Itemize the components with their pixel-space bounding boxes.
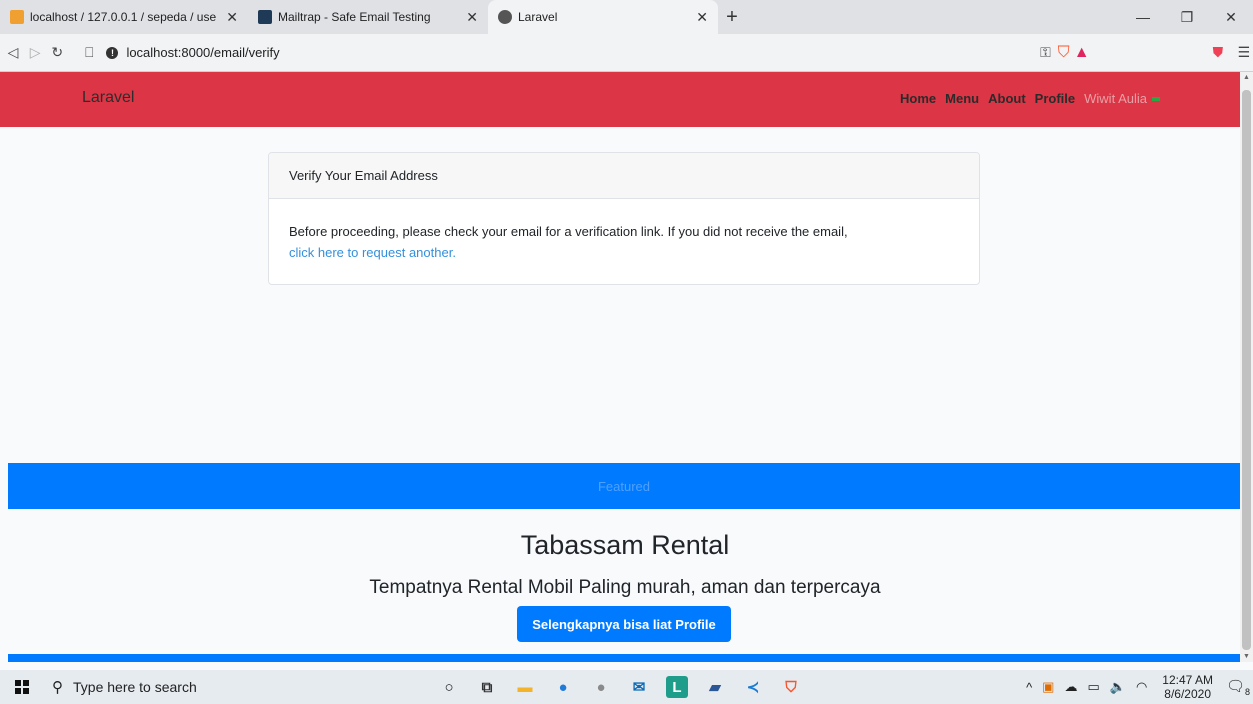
globe-icon: [498, 10, 512, 24]
verify-email-card: Verify Your Email Address Before proceed…: [268, 152, 980, 285]
new-tab-button[interactable]: +: [718, 0, 746, 34]
navbar-links: Home Menu About Profile Wiwit Aulia: [900, 91, 1160, 106]
jumbotron-title: Tabassam Rental: [520, 530, 730, 560]
nav-link-profile[interactable]: Profile: [1035, 91, 1075, 106]
window-close-button[interactable]: ✕: [1209, 0, 1253, 34]
cortana-icon[interactable]: ○: [434, 672, 464, 702]
url-text: localhost:8000/email/verify: [126, 45, 280, 60]
pocket-icon[interactable]: ⛊: [1209, 40, 1227, 66]
phpmyadmin-icon: [10, 10, 24, 24]
tab-title: Mailtrap - Safe Email Testing: [278, 10, 431, 24]
mail-icon[interactable]: ✉: [624, 672, 654, 702]
page-scrollbar[interactable]: ▲ ▼: [1240, 72, 1253, 662]
brave-shield-icon[interactable]: ⛉: [1055, 40, 1073, 66]
mailtrap-icon: [258, 10, 272, 24]
file-explorer-icon[interactable]: ▬: [510, 672, 540, 702]
tab-title: Laravel: [518, 10, 558, 24]
featured-label: Featured: [597, 478, 651, 494]
close-icon[interactable]: ✕: [226, 9, 238, 26]
forward-icon[interactable]: ▷: [26, 38, 44, 68]
tab-phpmyadmin[interactable]: localhost / 127.0.0.1 / sepeda / use ✕: [0, 0, 248, 34]
nav-link-about[interactable]: About: [988, 91, 1026, 106]
edge-icon[interactable]: ●: [548, 672, 578, 702]
link-suffix: .: [452, 245, 456, 260]
jumbotron-subtitle: Tempatnya Rental Mobil Paling murah, ama…: [369, 577, 881, 598]
clock-date: 8/6/2020: [1164, 687, 1211, 701]
scrollbar-thumb[interactable]: [1242, 90, 1251, 650]
task-view-icon[interactable]: ⧉: [472, 672, 502, 702]
address-bar: ◁ ▷ ↻ ⎕ ! localhost:8000/email/verify ⚿ …: [0, 34, 1253, 72]
wifi-icon[interactable]: ◠: [1136, 679, 1147, 695]
url-field[interactable]: ! localhost:8000/email/verify: [106, 39, 916, 67]
navbar: Laravel Home Menu About Profile Wiwit Au…: [0, 72, 1240, 127]
profile-button[interactable]: Selengkapnya bisa liat Profile: [517, 606, 731, 642]
navbar-brand[interactable]: Laravel: [82, 89, 134, 107]
card-body: Before proceeding, please check your ema…: [269, 199, 979, 284]
nav-link-home[interactable]: Home: [900, 91, 936, 106]
laragon-icon[interactable]: L: [666, 676, 688, 698]
footer-bar: [8, 654, 1240, 662]
chevron-up-icon[interactable]: ^: [1026, 680, 1032, 695]
brave-icon[interactable]: ⛉: [776, 672, 806, 702]
brave-rewards-icon[interactable]: ▲: [1073, 40, 1091, 66]
xampp-icon[interactable]: ●: [586, 672, 616, 702]
window-controls: — ❐ ✕: [1121, 0, 1253, 34]
tab-mailtrap[interactable]: Mailtrap - Safe Email Testing ✕: [248, 0, 488, 34]
tray-app-icon[interactable]: ▣: [1042, 679, 1054, 695]
scroll-down-icon[interactable]: ▼: [1243, 653, 1250, 660]
windows-taskbar: ⚲ Type here to search ○ ⧉ ▬ ● ● ✉ L ▰ ≺ …: [0, 670, 1253, 704]
reload-icon[interactable]: ↻: [48, 38, 66, 68]
key-icon[interactable]: ⚿: [1036, 40, 1054, 66]
notification-icon[interactable]: 🗨8: [1223, 677, 1253, 697]
user-name: Wiwit Aulia: [1084, 91, 1147, 106]
restore-button[interactable]: ❐: [1165, 0, 1209, 34]
vscode-icon[interactable]: ≺: [738, 672, 768, 702]
word-icon[interactable]: ▰: [700, 672, 730, 702]
battery-icon[interactable]: ▭: [1087, 679, 1099, 695]
tab-title: localhost / 127.0.0.1 / sepeda / use: [30, 10, 217, 24]
close-icon[interactable]: ✕: [696, 9, 708, 26]
taskbar-search[interactable]: ⚲ Type here to search: [44, 670, 384, 704]
clock-time: 12:47 AM: [1162, 673, 1213, 687]
info-icon[interactable]: !: [106, 46, 119, 59]
verify-message: Before proceeding, please check your ema…: [289, 224, 848, 239]
onedrive-icon[interactable]: ☁: [1064, 679, 1077, 695]
browser-tab-strip: localhost / 127.0.0.1 / sepeda / use ✕ M…: [0, 0, 1253, 34]
search-icon: ⚲: [52, 679, 63, 696]
nav-link-menu[interactable]: Menu: [945, 91, 979, 106]
taskbar-clock[interactable]: 12:47 AM 8/6/2020: [1162, 673, 1213, 701]
volume-icon[interactable]: 🔈: [1110, 679, 1126, 695]
scroll-up-icon[interactable]: ▲: [1243, 74, 1250, 81]
card-header: Verify Your Email Address: [269, 153, 979, 199]
resend-verification-link[interactable]: click here to request another: [289, 245, 452, 260]
tab-laravel[interactable]: Laravel ✕: [488, 0, 718, 34]
user-dropdown[interactable]: Wiwit Aulia: [1084, 91, 1160, 106]
bookmark-icon[interactable]: ⎕: [80, 38, 98, 68]
search-placeholder: Type here to search: [73, 679, 197, 695]
page-viewport: Laravel Home Menu About Profile Wiwit Au…: [0, 72, 1240, 662]
menu-icon[interactable]: ☰: [1235, 40, 1253, 66]
chevron-down-icon: [1152, 96, 1160, 101]
notification-count: 8: [1245, 687, 1251, 697]
system-tray: ^ ▣ ☁ ▭ 🔈 ◠ 12:47 AM 8/6/2020 🗨8: [1021, 670, 1253, 704]
windows-start-button[interactable]: [0, 670, 44, 704]
minimize-button[interactable]: —: [1121, 0, 1165, 34]
screen: localhost / 127.0.0.1 / sepeda / use ✕ M…: [0, 0, 1253, 704]
back-icon[interactable]: ◁: [4, 38, 22, 68]
close-icon[interactable]: ✕: [466, 9, 478, 26]
windows-logo-icon: [15, 680, 29, 694]
taskbar-apps: ○ ⧉ ▬ ● ● ✉ L ▰ ≺ ⛉: [434, 672, 806, 702]
featured-bar: Featured: [8, 463, 1240, 509]
